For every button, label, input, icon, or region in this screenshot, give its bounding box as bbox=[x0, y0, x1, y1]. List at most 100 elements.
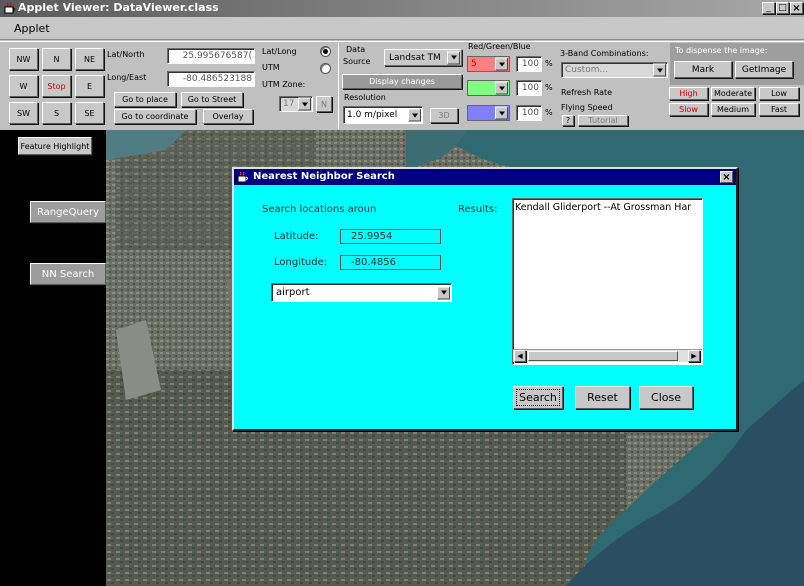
3d-button[interactable]: 3D bbox=[430, 108, 458, 123]
search-locations-label: Search locations aroun bbox=[262, 204, 377, 215]
overlay-button[interactable]: Overlay bbox=[203, 109, 253, 124]
category-dropdown-icon[interactable] bbox=[437, 286, 450, 299]
data-source-dropdown-icon[interactable] bbox=[447, 51, 460, 64]
results-list-item[interactable]: Kendall Gliderport --At Grossman Har bbox=[513, 199, 702, 216]
scroll-right-icon[interactable]: ▶ bbox=[688, 350, 700, 362]
nav-s-button[interactable]: S bbox=[42, 102, 71, 124]
menu-applet[interactable]: Applet bbox=[14, 22, 50, 35]
toolbar-divider bbox=[338, 43, 339, 129]
dialog-java-icon bbox=[236, 170, 250, 184]
mark-button[interactable]: Mark bbox=[674, 61, 732, 78]
scroll-thumb[interactable] bbox=[528, 351, 678, 361]
help-button[interactable]: ? bbox=[562, 115, 574, 126]
go-to-coordinate-button[interactable]: Go to coordinate bbox=[114, 109, 196, 124]
category-select[interactable]: airport bbox=[271, 283, 452, 302]
utm-label: UTM bbox=[262, 63, 280, 72]
blue-percent-input[interactable]: 100 bbox=[516, 105, 542, 121]
utm-zone-dropdown-icon[interactable] bbox=[298, 97, 311, 111]
refresh-moderate-button[interactable]: Moderate bbox=[711, 87, 755, 100]
maximize-button[interactable]: □ bbox=[776, 2, 789, 14]
window-title: Applet Viewer: DataViewer.class bbox=[18, 1, 219, 14]
red-channel-select[interactable]: 5 bbox=[467, 56, 510, 72]
green-dropdown-icon[interactable] bbox=[495, 81, 508, 95]
close-window-button[interactable]: × bbox=[790, 2, 803, 14]
data-source-select[interactable]: Landsat TM bbox=[384, 49, 462, 66]
nav-ne-button[interactable]: NE bbox=[75, 48, 104, 70]
go-to-place-button[interactable]: Go to place bbox=[114, 92, 176, 107]
red-dropdown-icon[interactable] bbox=[495, 57, 508, 71]
green-channel-select[interactable] bbox=[467, 80, 510, 96]
data-source-label-2: Source bbox=[343, 57, 371, 66]
latitude-label: Latitude: bbox=[274, 231, 319, 242]
nav-e-button[interactable]: E bbox=[75, 75, 104, 97]
nav-se-button[interactable]: SE bbox=[75, 102, 104, 124]
speed-slow-button[interactable]: Slow bbox=[669, 103, 708, 116]
rgb-title: Red/Green/Blue bbox=[468, 42, 531, 51]
reset-button[interactable]: Reset bbox=[575, 386, 630, 409]
utm-zone-select[interactable]: 17 bbox=[279, 96, 313, 112]
utm-zone-value: 17 bbox=[283, 99, 295, 109]
nav-sw-button[interactable]: SW bbox=[9, 102, 38, 124]
java-cup-icon bbox=[3, 2, 16, 15]
search-button[interactable]: Search bbox=[513, 386, 563, 409]
resolution-dropdown-icon[interactable] bbox=[408, 108, 421, 122]
band-combinations-value: Custom... bbox=[565, 65, 609, 75]
dialog-close-icon[interactable]: × bbox=[720, 171, 733, 183]
refresh-rate-label: Refresh Rate bbox=[561, 88, 613, 97]
go-to-street-button[interactable]: Go to Street bbox=[181, 92, 243, 107]
minimize-button[interactable]: _ bbox=[762, 2, 775, 14]
lat-label: Lat/North bbox=[107, 50, 145, 59]
utm-hemisphere-button[interactable]: N bbox=[316, 96, 332, 112]
band-combinations-select[interactable]: Custom... bbox=[561, 62, 668, 78]
utm-zone-label: UTM Zone: bbox=[262, 80, 306, 89]
dialog-longitude-input[interactable]: -80.4856 bbox=[340, 255, 441, 270]
resolution-value: 1.0 m/pixel bbox=[347, 110, 398, 120]
red-percent-input[interactable]: 100 bbox=[516, 56, 542, 72]
results-label: Results: bbox=[458, 204, 498, 215]
results-list[interactable]: Kendall Gliderport --At Grossman Har bbox=[512, 198, 703, 365]
green-percent-sign: % bbox=[545, 83, 553, 92]
data-source-value: Landsat TM bbox=[389, 52, 441, 63]
nav-nw-button[interactable]: NW bbox=[9, 48, 38, 70]
results-hscrollbar[interactable]: ◀ ▶ bbox=[513, 349, 702, 362]
nn-search-button[interactable]: NN Search bbox=[30, 263, 106, 285]
blue-channel-select[interactable] bbox=[467, 105, 510, 121]
utm-radio[interactable] bbox=[320, 63, 331, 74]
getimage-button[interactable]: GetImage bbox=[735, 61, 793, 78]
red-percent-sign: % bbox=[545, 59, 553, 68]
lat-input[interactable]: 25.995676587( bbox=[167, 48, 255, 64]
long-input[interactable]: -80.486523188 bbox=[167, 71, 255, 87]
speed-fast-button[interactable]: Fast bbox=[759, 103, 799, 116]
blue-percent-sign: % bbox=[545, 108, 553, 117]
green-percent-input[interactable]: 100 bbox=[516, 80, 542, 96]
scroll-left-icon[interactable]: ◀ bbox=[514, 350, 526, 362]
dialog-title: Nearest Neighbor Search bbox=[253, 171, 395, 182]
nav-n-button[interactable]: N bbox=[42, 48, 71, 70]
range-query-button[interactable]: RangeQuery bbox=[30, 201, 106, 223]
category-value: airport bbox=[276, 287, 310, 298]
display-changes-button[interactable]: Display changes bbox=[342, 74, 462, 89]
red-channel-value: 5 bbox=[471, 59, 477, 69]
resolution-select[interactable]: 1.0 m/pixel bbox=[343, 106, 423, 124]
feature-highlight-button[interactable]: Feature Highlight bbox=[18, 137, 92, 155]
flying-speed-label: Flying Speed bbox=[561, 103, 613, 112]
longitude-label: Longitude: bbox=[274, 257, 328, 268]
dispense-image-label: To dispense the image: bbox=[675, 46, 768, 55]
dialog-latitude-input[interactable]: 25.9954 bbox=[340, 229, 441, 244]
latlong-radio[interactable] bbox=[320, 46, 331, 57]
resolution-label: Resolution bbox=[344, 93, 386, 102]
refresh-high-button[interactable]: High bbox=[669, 87, 708, 100]
side-panel bbox=[0, 130, 106, 586]
tutorial-button[interactable]: Tutorial bbox=[578, 115, 628, 126]
blue-dropdown-icon[interactable] bbox=[495, 106, 508, 120]
data-source-label-1: Data bbox=[346, 45, 366, 54]
nav-stop-button[interactable]: Stop bbox=[42, 75, 71, 97]
menu-bar bbox=[0, 17, 804, 40]
speed-medium-button[interactable]: Medium bbox=[711, 103, 755, 116]
close-button[interactable]: Close bbox=[639, 386, 693, 409]
refresh-low-button[interactable]: Low bbox=[759, 87, 799, 100]
nav-w-button[interactable]: W bbox=[9, 75, 38, 97]
latlong-label: Lat/Long bbox=[262, 47, 297, 56]
band-dropdown-icon[interactable] bbox=[653, 63, 666, 77]
long-label: Long/East bbox=[107, 73, 147, 82]
